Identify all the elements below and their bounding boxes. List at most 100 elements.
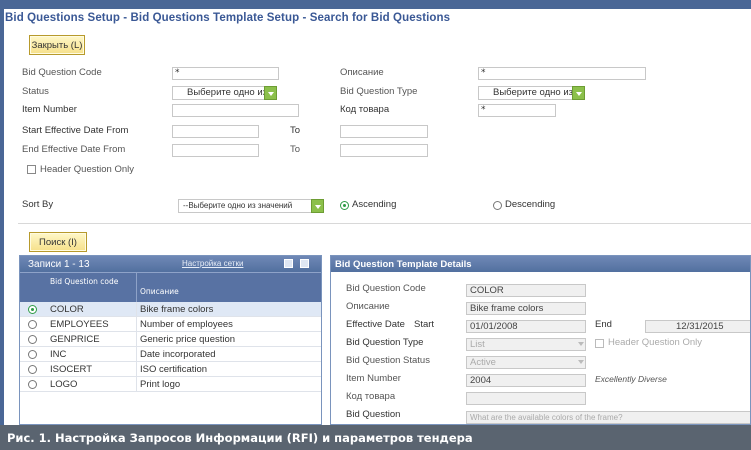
end-label: End xyxy=(595,319,612,330)
end-date-to-input[interactable] xyxy=(340,144,428,157)
sort-by-label: Sort By xyxy=(22,199,54,210)
column-divider xyxy=(136,362,137,377)
end-date-from-input[interactable] xyxy=(172,144,259,157)
row-code: INC xyxy=(50,349,67,360)
question-code-input[interactable]: * xyxy=(172,67,279,80)
question-code-label: Bid Question Code xyxy=(22,67,102,78)
question-type-label: Bid Question Type xyxy=(340,86,418,97)
detail-type-label: Bid Question Type xyxy=(346,337,424,348)
start-label: Start xyxy=(414,319,435,330)
detail-description-label: Описание xyxy=(346,301,390,312)
column-divider xyxy=(136,302,137,317)
detail-header-only-checkbox xyxy=(595,339,604,348)
row-radio[interactable] xyxy=(28,380,37,389)
status-select[interactable]: Выберите одно из xyxy=(172,86,277,100)
header-only-label: Header Question Only xyxy=(40,164,134,175)
row-radio[interactable] xyxy=(28,350,37,359)
details-panel: Bid Question Template Details Bid Questi… xyxy=(330,255,751,425)
detail-status-label: Bid Question Status xyxy=(346,355,430,366)
descending-label: Descending xyxy=(505,199,556,210)
item-number-label: Item Number xyxy=(22,104,77,115)
row-description: Print logo xyxy=(140,379,181,390)
ascending-radio[interactable] xyxy=(340,201,349,210)
detail-status-value: Active xyxy=(470,357,496,368)
row-code: COLOR xyxy=(50,304,84,315)
row-code: EMPLOYEES xyxy=(50,319,109,330)
column-header-description[interactable]: Описание xyxy=(140,287,179,296)
table-row[interactable]: INC Date incorporated xyxy=(20,347,321,362)
chevron-down-icon xyxy=(578,342,584,346)
table-header: Bid Question code Описание xyxy=(20,272,321,303)
item-code-input[interactable]: * xyxy=(478,104,556,117)
detail-question-field: What are the available colors of the fra… xyxy=(466,411,750,424)
detail-status-select: Active xyxy=(466,356,586,369)
table-row[interactable]: LOGO Print logo xyxy=(20,377,321,392)
end-to-label: To xyxy=(290,144,301,155)
column-divider xyxy=(136,347,137,362)
start-date-from-input[interactable] xyxy=(172,125,259,138)
row-code: LOGO xyxy=(50,379,78,390)
start-to-label: To xyxy=(290,125,301,136)
row-description: Date incorporated xyxy=(140,349,216,360)
status-select-value: Выберите одно из xyxy=(187,87,267,98)
column-divider xyxy=(136,332,137,347)
row-radio[interactable] xyxy=(28,365,37,374)
detail-code-label: Bid Question Code xyxy=(346,283,426,294)
detail-item-number-field: 2004 xyxy=(466,374,586,387)
row-description: Bike frame colors xyxy=(140,304,214,315)
table-row[interactable]: COLOR Bike frame colors xyxy=(20,302,321,317)
sort-by-select[interactable]: --Выберите одно из значений xyxy=(178,199,324,213)
table-row[interactable]: EMPLOYEES Number of employees xyxy=(20,317,321,332)
grid-settings-link[interactable]: Настройка сетки xyxy=(182,259,243,268)
row-description: ISO certification xyxy=(140,364,208,375)
item-note: Excellently Diverse xyxy=(595,374,667,384)
top-bar xyxy=(0,0,751,9)
left-border xyxy=(0,9,4,425)
close-button[interactable]: Закрыть (L) xyxy=(29,35,85,55)
export-icon[interactable] xyxy=(284,259,293,268)
question-type-select[interactable]: Выберите одно из xyxy=(478,86,585,100)
chevron-down-icon xyxy=(264,86,277,100)
row-code: GENPRICE xyxy=(50,334,100,345)
row-description: Number of employees xyxy=(140,319,233,330)
start-date-from-label: Start Effective Date From xyxy=(22,125,129,136)
chevron-down-icon xyxy=(578,360,584,364)
row-code: ISOCERT xyxy=(50,364,93,375)
descending-radio[interactable] xyxy=(493,201,502,210)
description-input[interactable]: * xyxy=(478,67,646,80)
table-row[interactable]: GENPRICE Generic price question xyxy=(20,332,321,347)
records-panel: Записи 1 - 13 Настройка сетки Bid Questi… xyxy=(19,255,322,425)
divider xyxy=(18,223,751,224)
table-row[interactable]: ISOCERT ISO certification xyxy=(20,362,321,377)
records-header: Записи 1 - 13 Настройка сетки xyxy=(20,256,321,272)
detail-item-number-label: Item Number xyxy=(346,373,401,384)
question-type-select-value: Выберите одно из xyxy=(493,87,573,98)
search-button[interactable]: Поиск (I) xyxy=(29,232,87,252)
row-radio[interactable] xyxy=(28,305,37,314)
end-date-from-label: End Effective Date From xyxy=(22,144,126,155)
chevron-down-icon xyxy=(572,86,585,100)
start-date-to-input[interactable] xyxy=(340,125,428,138)
column-divider xyxy=(136,273,137,303)
detail-type-select: List xyxy=(466,338,586,351)
row-radio[interactable] xyxy=(28,335,37,344)
records-count: Записи 1 - 13 xyxy=(28,258,90,270)
details-header: Bid Question Template Details xyxy=(331,256,750,272)
sort-by-select-value: --Выберите одно из значений xyxy=(183,201,293,210)
chevron-down-icon xyxy=(311,199,324,213)
end-date-field: 12/31/2015 xyxy=(645,320,750,333)
detail-item-code-label: Код товара xyxy=(346,391,396,402)
effective-date-label: Effective Date xyxy=(346,319,405,330)
item-number-input[interactable] xyxy=(172,104,299,117)
detail-item-code-field xyxy=(466,392,586,405)
header-only-checkbox[interactable] xyxy=(27,165,36,174)
ascending-label: Ascending xyxy=(352,199,397,210)
grid-icon[interactable] xyxy=(300,259,309,268)
row-radio[interactable] xyxy=(28,320,37,329)
status-label: Status xyxy=(22,86,49,97)
page-title: Bid Questions Setup - Bid Questions Temp… xyxy=(5,12,451,24)
detail-question-label: Bid Question xyxy=(346,409,401,420)
column-divider xyxy=(136,377,137,392)
item-code-label: Код товара xyxy=(340,104,390,115)
column-header-code[interactable]: Bid Question code xyxy=(50,277,130,286)
